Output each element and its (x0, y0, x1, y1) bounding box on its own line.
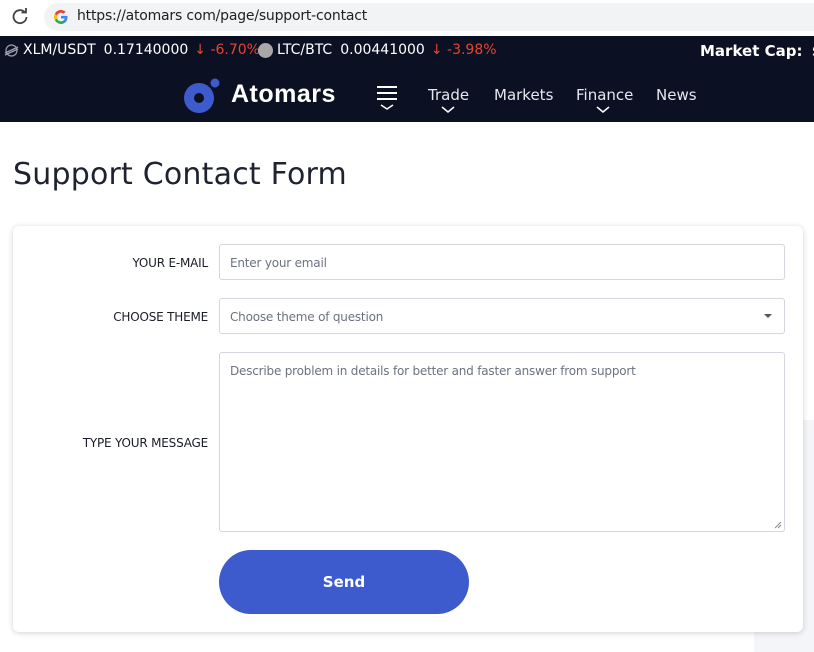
theme-select[interactable]: Choose theme of question (219, 298, 785, 334)
email-field[interactable]: Enter your email (219, 244, 785, 280)
chevron-down-icon (441, 106, 455, 113)
ticker-price: 0.00441000 (340, 42, 425, 58)
support-form: YOUR E-MAIL Enter your email CHOOSE THEM… (13, 226, 803, 632)
nav-news[interactable]: News (656, 86, 697, 104)
email-placeholder: Enter your email (230, 256, 327, 270)
nav-markets[interactable]: Markets (494, 86, 553, 104)
theme-label: CHOOSE THEME (113, 310, 208, 324)
ticker-change: ↓ -6.70% (194, 42, 260, 58)
page-title: Support Contact Form (13, 157, 347, 192)
brand-name[interactable]: Atomars (231, 80, 336, 109)
address-bar[interactable]: https://atomars com/page/support-contact (44, 3, 814, 31)
reload-icon[interactable] (10, 7, 30, 27)
send-button[interactable]: Send (219, 550, 469, 614)
ticker-price: 0.17140000 (103, 42, 189, 58)
url-text[interactable]: https://atomars com/page/support-contact (77, 8, 367, 24)
ticker-item[interactable]: LTC/BTC 0.00441000 ↓ -3.98% (258, 42, 497, 58)
nav-finance[interactable]: Finance (576, 86, 633, 104)
ticker-pair: XLM/USDT (23, 42, 96, 58)
stellar-icon (4, 43, 19, 57)
google-icon (54, 10, 68, 24)
atomars-logo-icon[interactable] (182, 78, 220, 114)
theme-placeholder: Choose theme of question (230, 310, 384, 324)
market-cap: Market Cap: $ 5 (700, 42, 814, 60)
ticker-pair: LTC/BTC (277, 42, 333, 58)
ticker-change: ↓ -3.98% (430, 42, 497, 58)
ticker-item[interactable]: XLM/USDT 0.17140000 ↓ -6.70% (4, 42, 260, 58)
litecoin-icon (258, 42, 273, 58)
resize-handle-icon[interactable] (774, 521, 782, 529)
browser-toolbar: https://atomars com/page/support-contact (0, 0, 814, 36)
message-placeholder: Describe problem in details for better a… (230, 364, 636, 378)
message-textarea[interactable]: Describe problem in details for better a… (219, 352, 785, 532)
dropdown-caret-icon (764, 314, 772, 318)
menu-icon[interactable] (376, 85, 398, 111)
market-cap-label: Market Cap: (700, 42, 803, 60)
email-label: YOUR E-MAIL (132, 256, 208, 270)
message-label: TYPE YOUR MESSAGE (82, 436, 208, 450)
nav-trade[interactable]: Trade (428, 86, 469, 104)
price-ticker: XLM/USDT 0.17140000 ↓ -6.70% LTC/BTC 0.0… (0, 36, 814, 66)
main-nav: Atomars Trade Markets Finance News (0, 66, 814, 122)
chevron-down-icon (596, 106, 610, 113)
